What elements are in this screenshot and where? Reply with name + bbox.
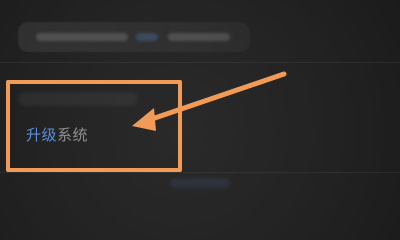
blurred-link <box>136 33 158 41</box>
divider <box>0 62 400 63</box>
blurred-content <box>170 178 230 188</box>
blurred-text <box>168 33 230 41</box>
divider <box>0 172 400 173</box>
screenshot: 升级系统 <box>0 0 400 240</box>
annotation-highlight-box <box>6 80 182 172</box>
blurred-header-bar <box>18 22 250 52</box>
blurred-text <box>36 33 128 41</box>
